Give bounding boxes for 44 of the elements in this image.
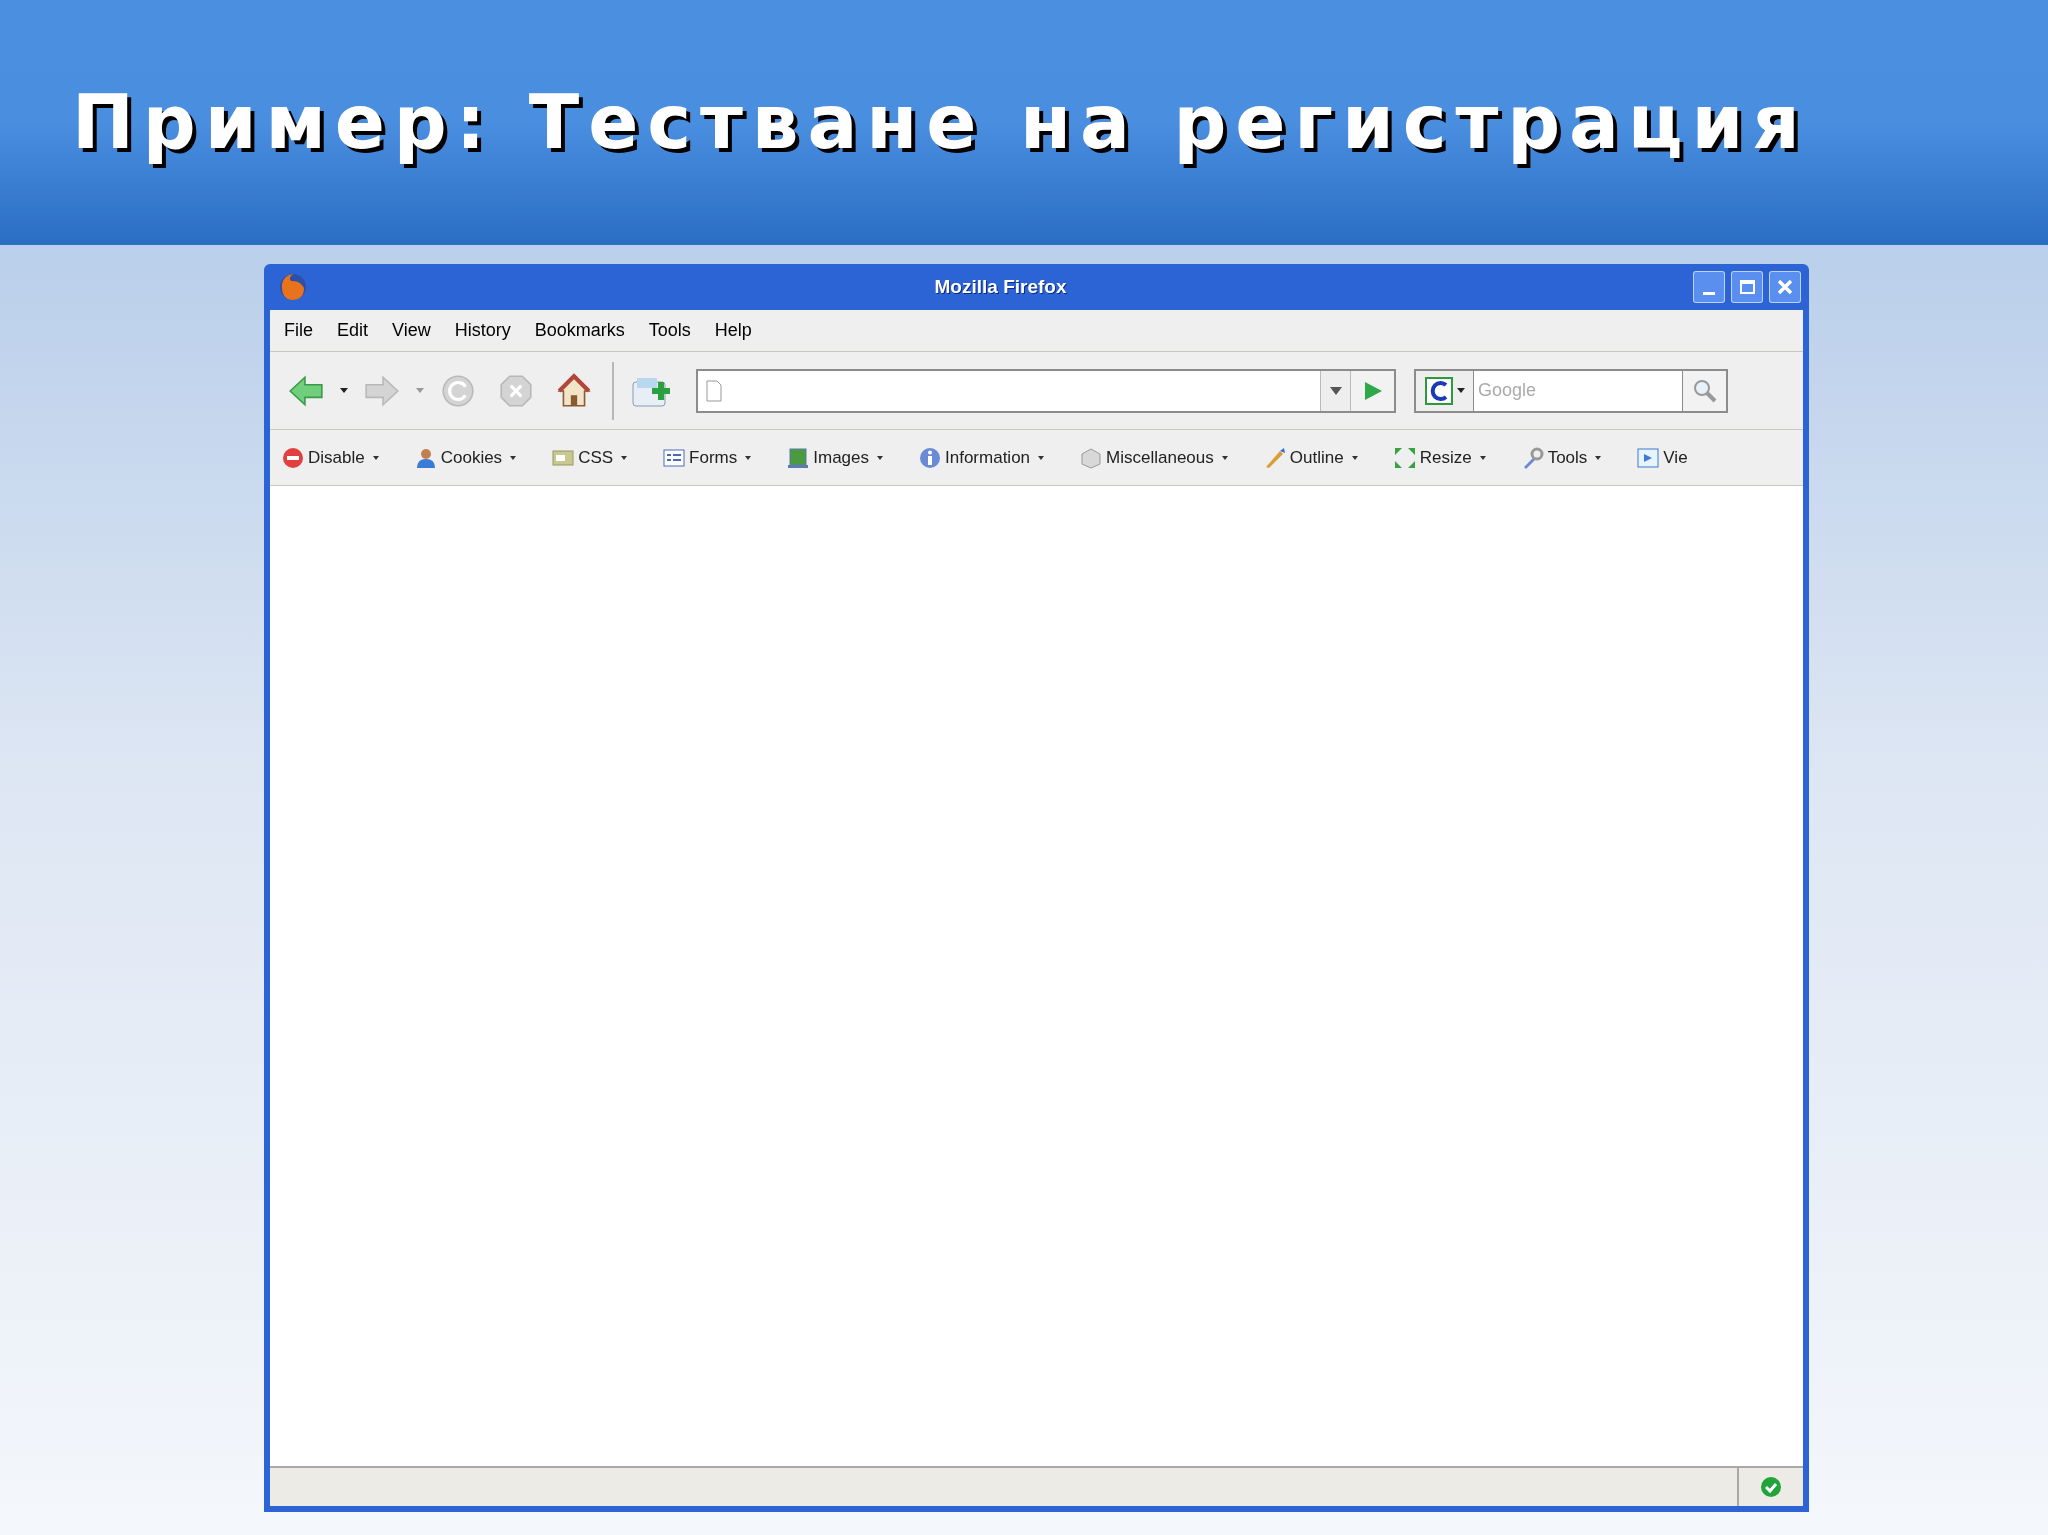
form-icon — [663, 446, 686, 469]
toolbar-menu-button[interactable]: Forms — [663, 444, 752, 471]
house-icon — [555, 371, 593, 410]
toolbar-menu-button[interactable]: Images — [787, 444, 883, 471]
search-button[interactable] — [1682, 368, 1728, 413]
no-entry-icon — [282, 446, 304, 469]
menu-item[interactable]: View — [392, 317, 431, 344]
search-engine-icon — [1424, 376, 1453, 405]
toolbar-menu-button[interactable]: Resize — [1393, 444, 1486, 471]
brush-icon — [1263, 446, 1286, 469]
toolbar-menu-button[interactable]: Information — [919, 444, 1045, 471]
toolbar-menu-button[interactable]: CSS — [552, 444, 628, 471]
toolbar-menu-button[interactable]: Tools — [1521, 444, 1602, 471]
toolbar-menu-button[interactable]: Miscellaneous — [1080, 444, 1228, 471]
close-button[interactable] — [1769, 271, 1801, 303]
menu-item[interactable]: Help — [714, 317, 752, 344]
check-icon — [1760, 1476, 1782, 1498]
window-title: Mozilla Firefox — [933, 274, 1068, 299]
search-engine-button[interactable] — [1414, 368, 1474, 413]
go-button[interactable] — [1350, 370, 1394, 411]
window-icon — [1637, 446, 1660, 469]
search-field[interactable]: Google — [1474, 368, 1682, 413]
slide-title: Пример: Тестване на регистрация — [72, 78, 1809, 167]
menu-item[interactable]: File — [284, 317, 313, 344]
minimize-button[interactable] — [1693, 271, 1725, 303]
maximize-button[interactable] — [1731, 271, 1763, 303]
search-icon — [1691, 377, 1718, 404]
address-field[interactable] — [696, 368, 1396, 413]
close-icon — [1777, 279, 1793, 295]
caret-icon[interactable] — [340, 388, 348, 393]
menu-item[interactable]: Tools — [648, 317, 691, 344]
info-icon — [919, 446, 941, 469]
person-icon — [414, 446, 437, 469]
page-icon — [706, 379, 722, 402]
toolbar-menu-button[interactable]: Disable — [282, 444, 379, 471]
picture-icon — [787, 446, 810, 469]
resize-icon — [1393, 446, 1416, 469]
menu-item[interactable]: Bookmarks — [534, 317, 625, 344]
dropdown-button[interactable] — [1320, 370, 1350, 411]
menu-item[interactable]: History — [454, 317, 511, 344]
toolbar-menu-button[interactable]: Vie — [1637, 444, 1688, 471]
toolbar-menu-button[interactable]: Outline — [1263, 444, 1358, 471]
menu-item[interactable]: Edit — [337, 317, 369, 344]
toolbar-menu-button[interactable]: Cookies — [414, 444, 517, 471]
